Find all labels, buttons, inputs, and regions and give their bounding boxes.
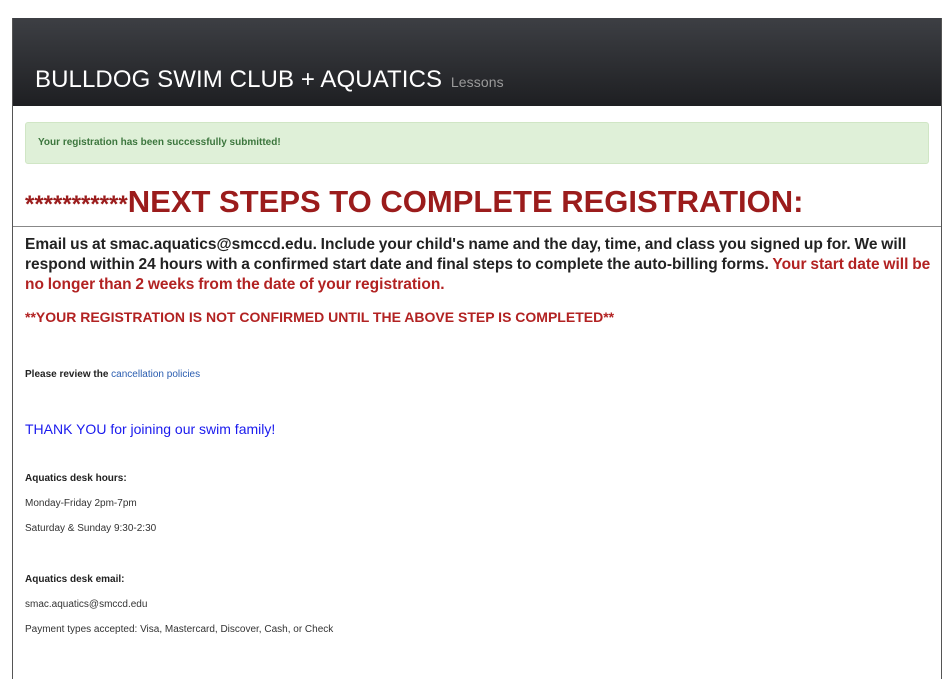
review-policies: Please review the cancellation policies bbox=[25, 369, 941, 380]
cancellation-policies-link[interactable]: cancellation policies bbox=[111, 369, 200, 380]
navbar: BULLDOG SWIM CLUB + AQUATICS Lessons bbox=[13, 18, 941, 106]
desk-hours-title: Aquatics desk hours: bbox=[25, 473, 127, 484]
desk-email-title: Aquatics desk email: bbox=[25, 574, 125, 585]
brand-title: BULLDOG SWIM CLUB + AQUATICS bbox=[35, 66, 443, 93]
desk-email-address: smac.aquatics@smccd.edu bbox=[25, 599, 148, 610]
payment-types: Payment types accepted: Visa, Mastercard… bbox=[25, 624, 334, 635]
desk-hours-weekend: Saturday & Sunday 9:30-2:30 bbox=[25, 523, 157, 534]
page-frame: BULLDOG SWIM CLUB + AQUATICS Lessons You… bbox=[12, 18, 942, 679]
heading-stars: *********** bbox=[25, 191, 128, 218]
main-content: Your registration has been successfully … bbox=[13, 122, 941, 635]
brand-section: Lessons bbox=[450, 74, 504, 90]
confirmation-notice: **YOUR REGISTRATION IS NOT CONFIRMED UNT… bbox=[25, 309, 615, 325]
heading-divider bbox=[13, 226, 941, 227]
heading-text: NEXT STEPS TO COMPLETE REGISTRATION: bbox=[127, 184, 804, 219]
review-prefix: Please review the bbox=[25, 369, 112, 380]
success-alert: Your registration has been successfully … bbox=[25, 122, 929, 164]
desk-hours-weekday: Monday-Friday 2pm-7pm bbox=[25, 498, 137, 509]
instructions: Email us at smac.aquatics@smccd.edu. Inc… bbox=[25, 235, 937, 295]
next-steps-heading: ***********NEXT STEPS TO COMPLETE REGIST… bbox=[25, 184, 941, 220]
thank-you-message: THANK YOU for joining our swim family! bbox=[25, 421, 276, 437]
brand[interactable]: BULLDOG SWIM CLUB + AQUATICS Lessons bbox=[35, 66, 504, 94]
